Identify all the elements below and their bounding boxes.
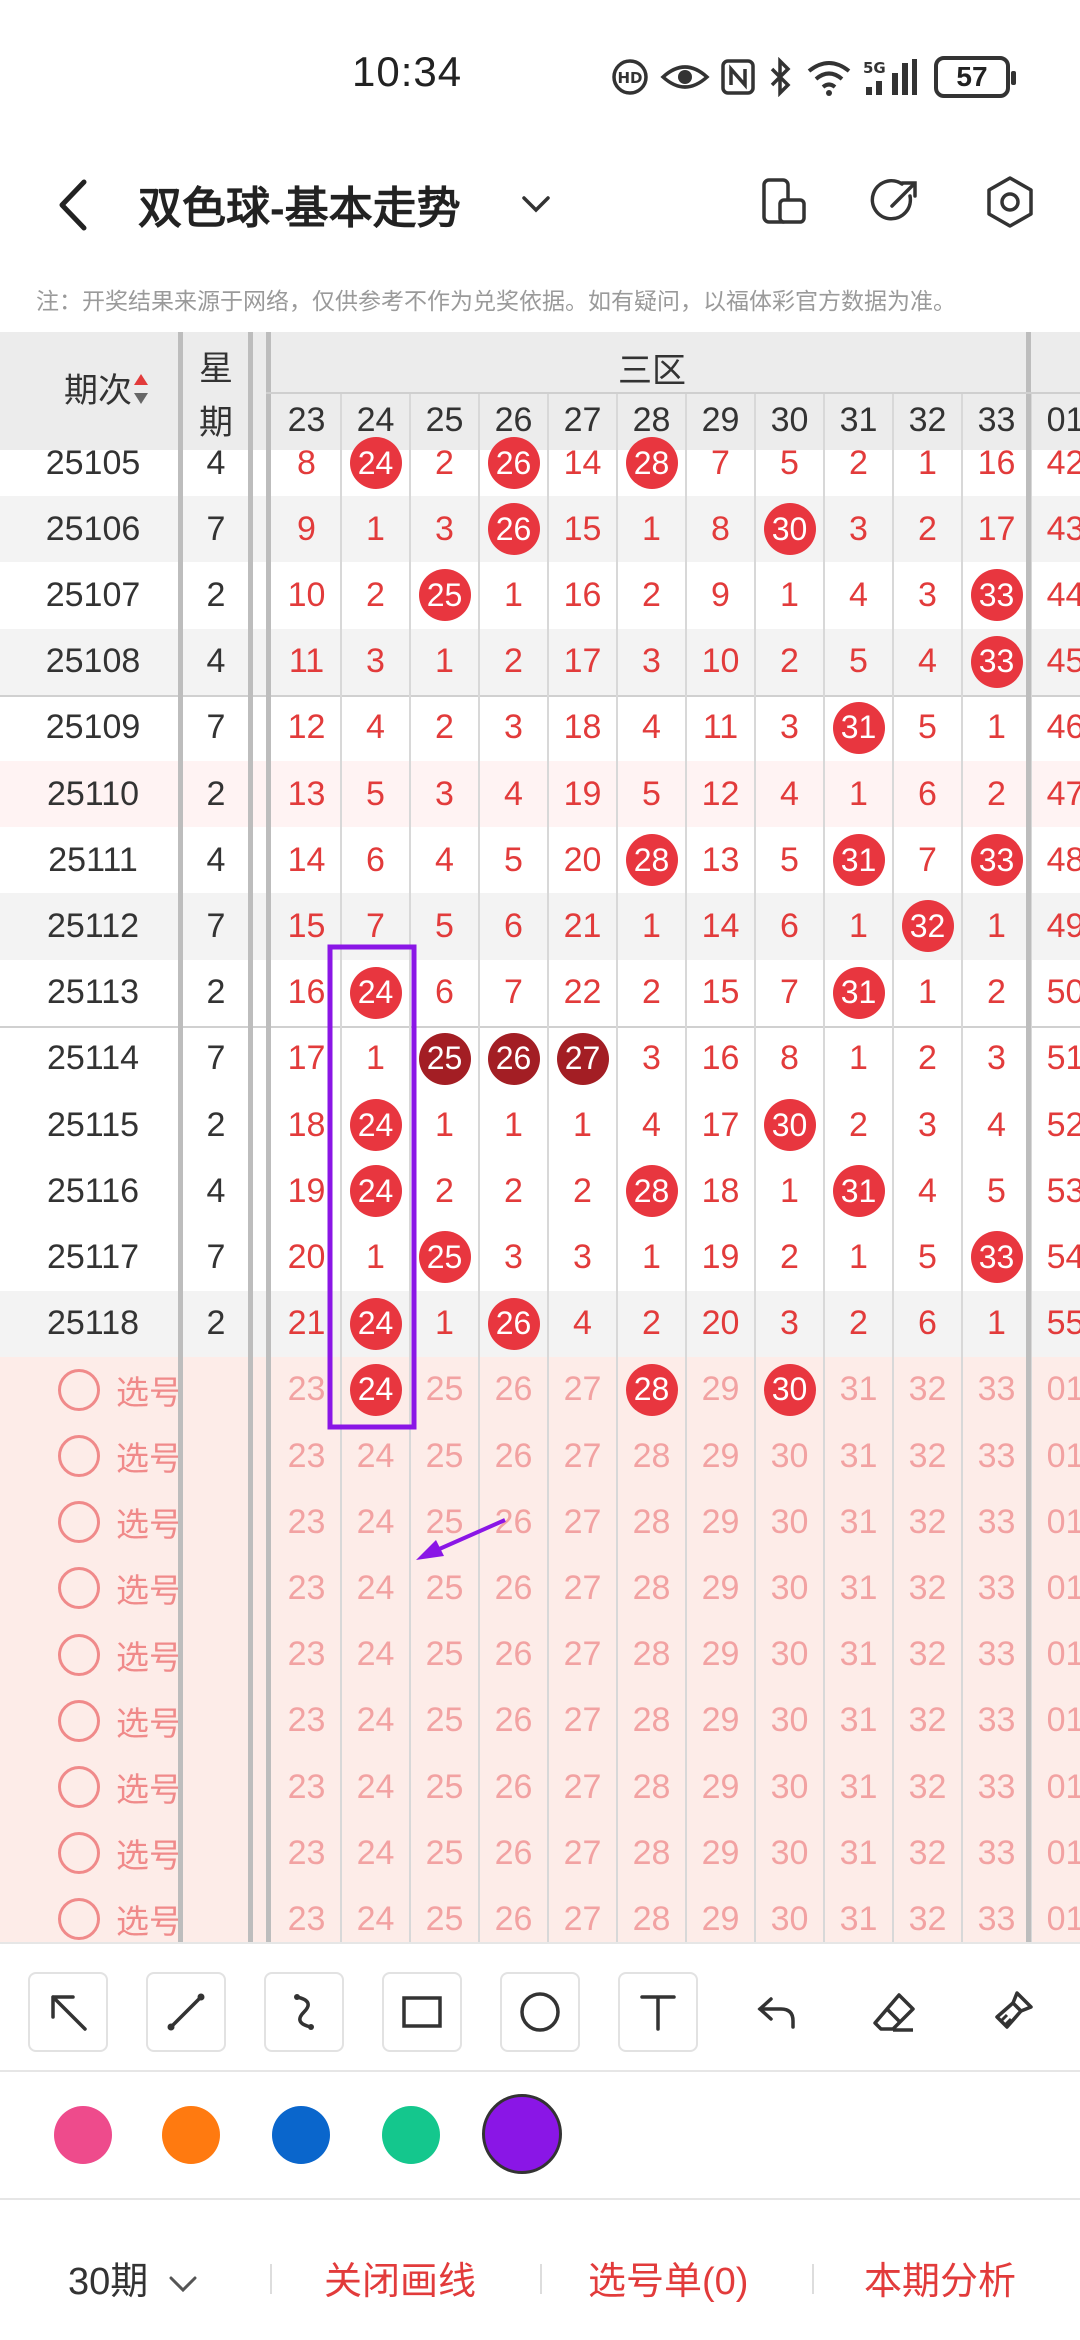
drawing-toolbar — [0, 1942, 1080, 2070]
page-title[interactable]: 双色球-基本走势 — [138, 172, 461, 236]
divider — [812, 2264, 814, 2294]
text-tool-icon[interactable] — [618, 1972, 698, 2052]
app-header: 双色球-基本走势 — [0, 150, 1080, 260]
back-icon[interactable] — [46, 170, 106, 240]
wifi-icon — [807, 61, 851, 96]
divider — [270, 2264, 272, 2294]
circle-tool-icon[interactable] — [500, 1972, 580, 2052]
status-bar: 10:34 HD 5G 57 — [0, 0, 1080, 150]
color-swatch[interactable] — [382, 2106, 440, 2164]
color-swatch[interactable] — [162, 2106, 220, 2164]
battery-icon: 57 — [934, 56, 1016, 98]
status-icons: HD 5G 57 — [610, 52, 1016, 102]
period-analysis-button[interactable]: 本期分析 — [864, 2250, 1016, 2305]
period-selector[interactable]: 30期 — [68, 2250, 201, 2305]
annotation-rectangle — [327, 944, 417, 1430]
5g-signal-icon: 5G — [863, 59, 917, 95]
color-swatch[interactable] — [54, 2106, 112, 2164]
color-swatch[interactable] — [272, 2106, 330, 2164]
curve-tool-icon[interactable] — [264, 1972, 344, 2052]
annotation-arrow-head — [416, 1540, 444, 1560]
disclaimer-note: 注：开奖结果来源于网络，仅供参考不作为兑奖依据。如有疑问，以福体彩官方数据为准。 — [36, 288, 956, 314]
status-time: 10:34 — [352, 48, 463, 95]
screen-split-icon[interactable] — [754, 172, 814, 232]
close-drawing-button[interactable]: 关闭画线 — [324, 2250, 476, 2305]
svg-text:HD: HD — [617, 69, 642, 87]
color-swatch[interactable] — [482, 2094, 562, 2174]
rectangle-tool-icon[interactable] — [382, 1972, 462, 2052]
nfc-icon — [721, 59, 755, 95]
clear-icon[interactable] — [972, 1972, 1052, 2052]
share-icon[interactable] — [866, 172, 926, 232]
undo-icon[interactable] — [736, 1972, 816, 2052]
eye-icon — [660, 65, 710, 89]
line-tool-icon[interactable] — [146, 1972, 226, 2052]
period-label: 30期 — [68, 2261, 149, 2303]
svg-text:5G: 5G — [863, 59, 886, 77]
pick-list-button[interactable]: 选号单(0) — [588, 2250, 748, 2305]
eraser-icon[interactable] — [854, 1972, 934, 2052]
hd-call-icon: HD — [612, 59, 648, 95]
chevron-down-icon[interactable] — [516, 184, 556, 224]
bottom-bar: 30期 关闭画线 选号单(0) 本期分析 — [0, 2198, 1080, 2340]
arrow-tool-icon[interactable] — [28, 1972, 108, 2052]
settings-icon[interactable] — [980, 172, 1040, 232]
color-palette — [0, 2070, 1080, 2198]
drawing-annotation-layer — [327, 944, 506, 1560]
bluetooth-icon — [770, 57, 791, 97]
divider — [540, 2264, 542, 2294]
chevron-down-icon — [169, 2276, 197, 2293]
trend-table[interactable]: 期次 星 期 三区 23 24 25 26 27 28 29 30 31 32 33 01 25105 4… — [0, 332, 1080, 1942]
